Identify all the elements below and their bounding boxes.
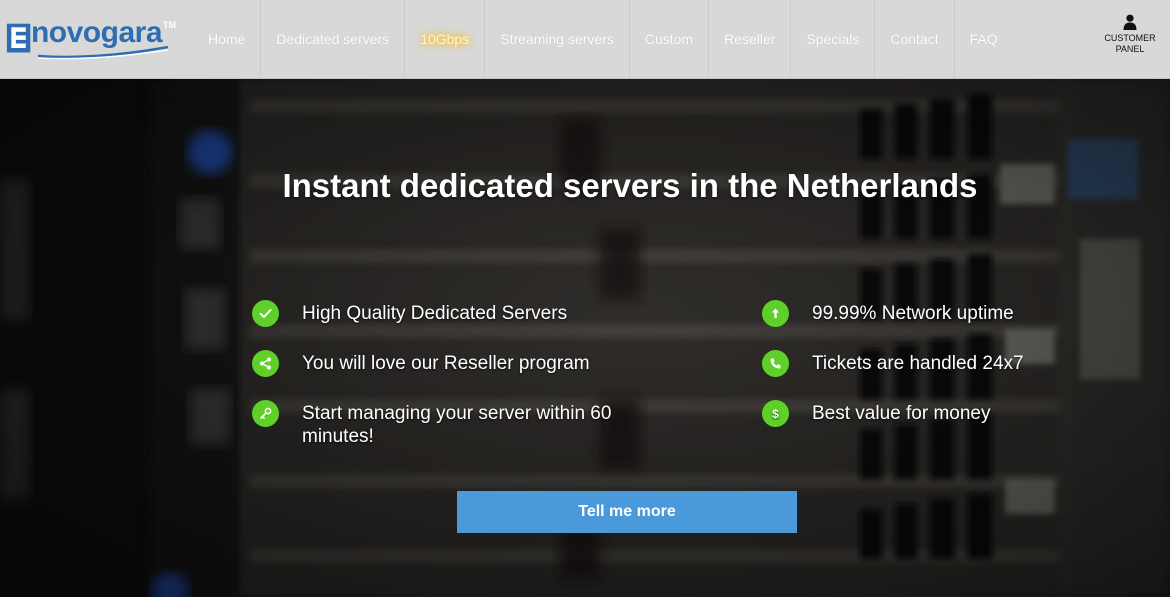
feature-high-quality: High Quality Dedicated Servers: [252, 300, 672, 327]
svg-text:$: $: [772, 407, 779, 421]
feature-text: 99.99% Network uptime: [812, 303, 1014, 324]
feature-uptime: 99.99% Network uptime: [762, 300, 1102, 327]
arrow-up-icon: [762, 300, 789, 327]
tell-me-more-button[interactable]: Tell me more: [457, 491, 797, 533]
customer-panel-link[interactable]: CUSTOMER PANEL: [1090, 14, 1170, 64]
feature-text: High Quality Dedicated Servers: [302, 303, 568, 324]
feature-value: $ Best value for money: [762, 400, 1102, 427]
feature-text: Start managing your server within 60 min…: [302, 403, 612, 447]
top-navbar: novogara TM Home Dedicated servers 10Gbp…: [0, 0, 1170, 79]
feature-text: Tickets are handled 24x7: [812, 353, 1024, 374]
customer-panel-label-line1: CUSTOMER: [1104, 33, 1156, 43]
logo-trademark: TM: [163, 20, 176, 30]
key-icon: [252, 400, 279, 427]
logo-mark-icon: [6, 23, 31, 53]
novogara-logo[interactable]: novogara TM: [6, 18, 176, 60]
nav-item-custom[interactable]: Custom: [630, 0, 710, 78]
feature-managing: Start managing your server within 60 min…: [252, 400, 652, 448]
logo-text: novogara: [30, 16, 163, 49]
logo-swoosh-icon: [37, 46, 169, 60]
feature-tickets: Tickets are handled 24x7: [762, 350, 1102, 377]
phone-icon: [762, 350, 789, 377]
share-nodes-icon: [252, 350, 279, 377]
feature-reseller: You will love our Reseller program: [252, 350, 672, 377]
hero-section: Instant dedicated servers in the Netherl…: [0, 79, 1170, 597]
user-icon: [1123, 14, 1137, 30]
nav-item-home[interactable]: Home: [193, 0, 262, 78]
nav-item-10gbps[interactable]: 10Gbps: [405, 0, 486, 78]
customer-panel-label: CUSTOMER PANEL: [1100, 33, 1160, 55]
checkmark-icon: [252, 300, 279, 327]
dollar-icon: $: [762, 400, 789, 427]
nav-item-contact[interactable]: Contact: [875, 0, 955, 78]
nav-item-dedicated-servers[interactable]: Dedicated servers: [261, 0, 406, 78]
hero-title: Instant dedicated servers in the Netherl…: [282, 167, 978, 204]
nav-item-streaming-servers[interactable]: Streaming servers: [485, 0, 630, 78]
nav-item-reseller[interactable]: Reseller: [709, 0, 792, 78]
feature-text: You will love our Reseller program: [302, 353, 590, 374]
customer-panel-label-line2: PANEL: [1115, 44, 1145, 54]
feature-text: Best value for money: [812, 403, 991, 424]
main-nav: Home Dedicated servers 10Gbps Streaming …: [193, 0, 1013, 78]
nav-item-specials[interactable]: Specials: [791, 0, 876, 78]
nav-item-faq[interactable]: FAQ: [955, 0, 1013, 78]
